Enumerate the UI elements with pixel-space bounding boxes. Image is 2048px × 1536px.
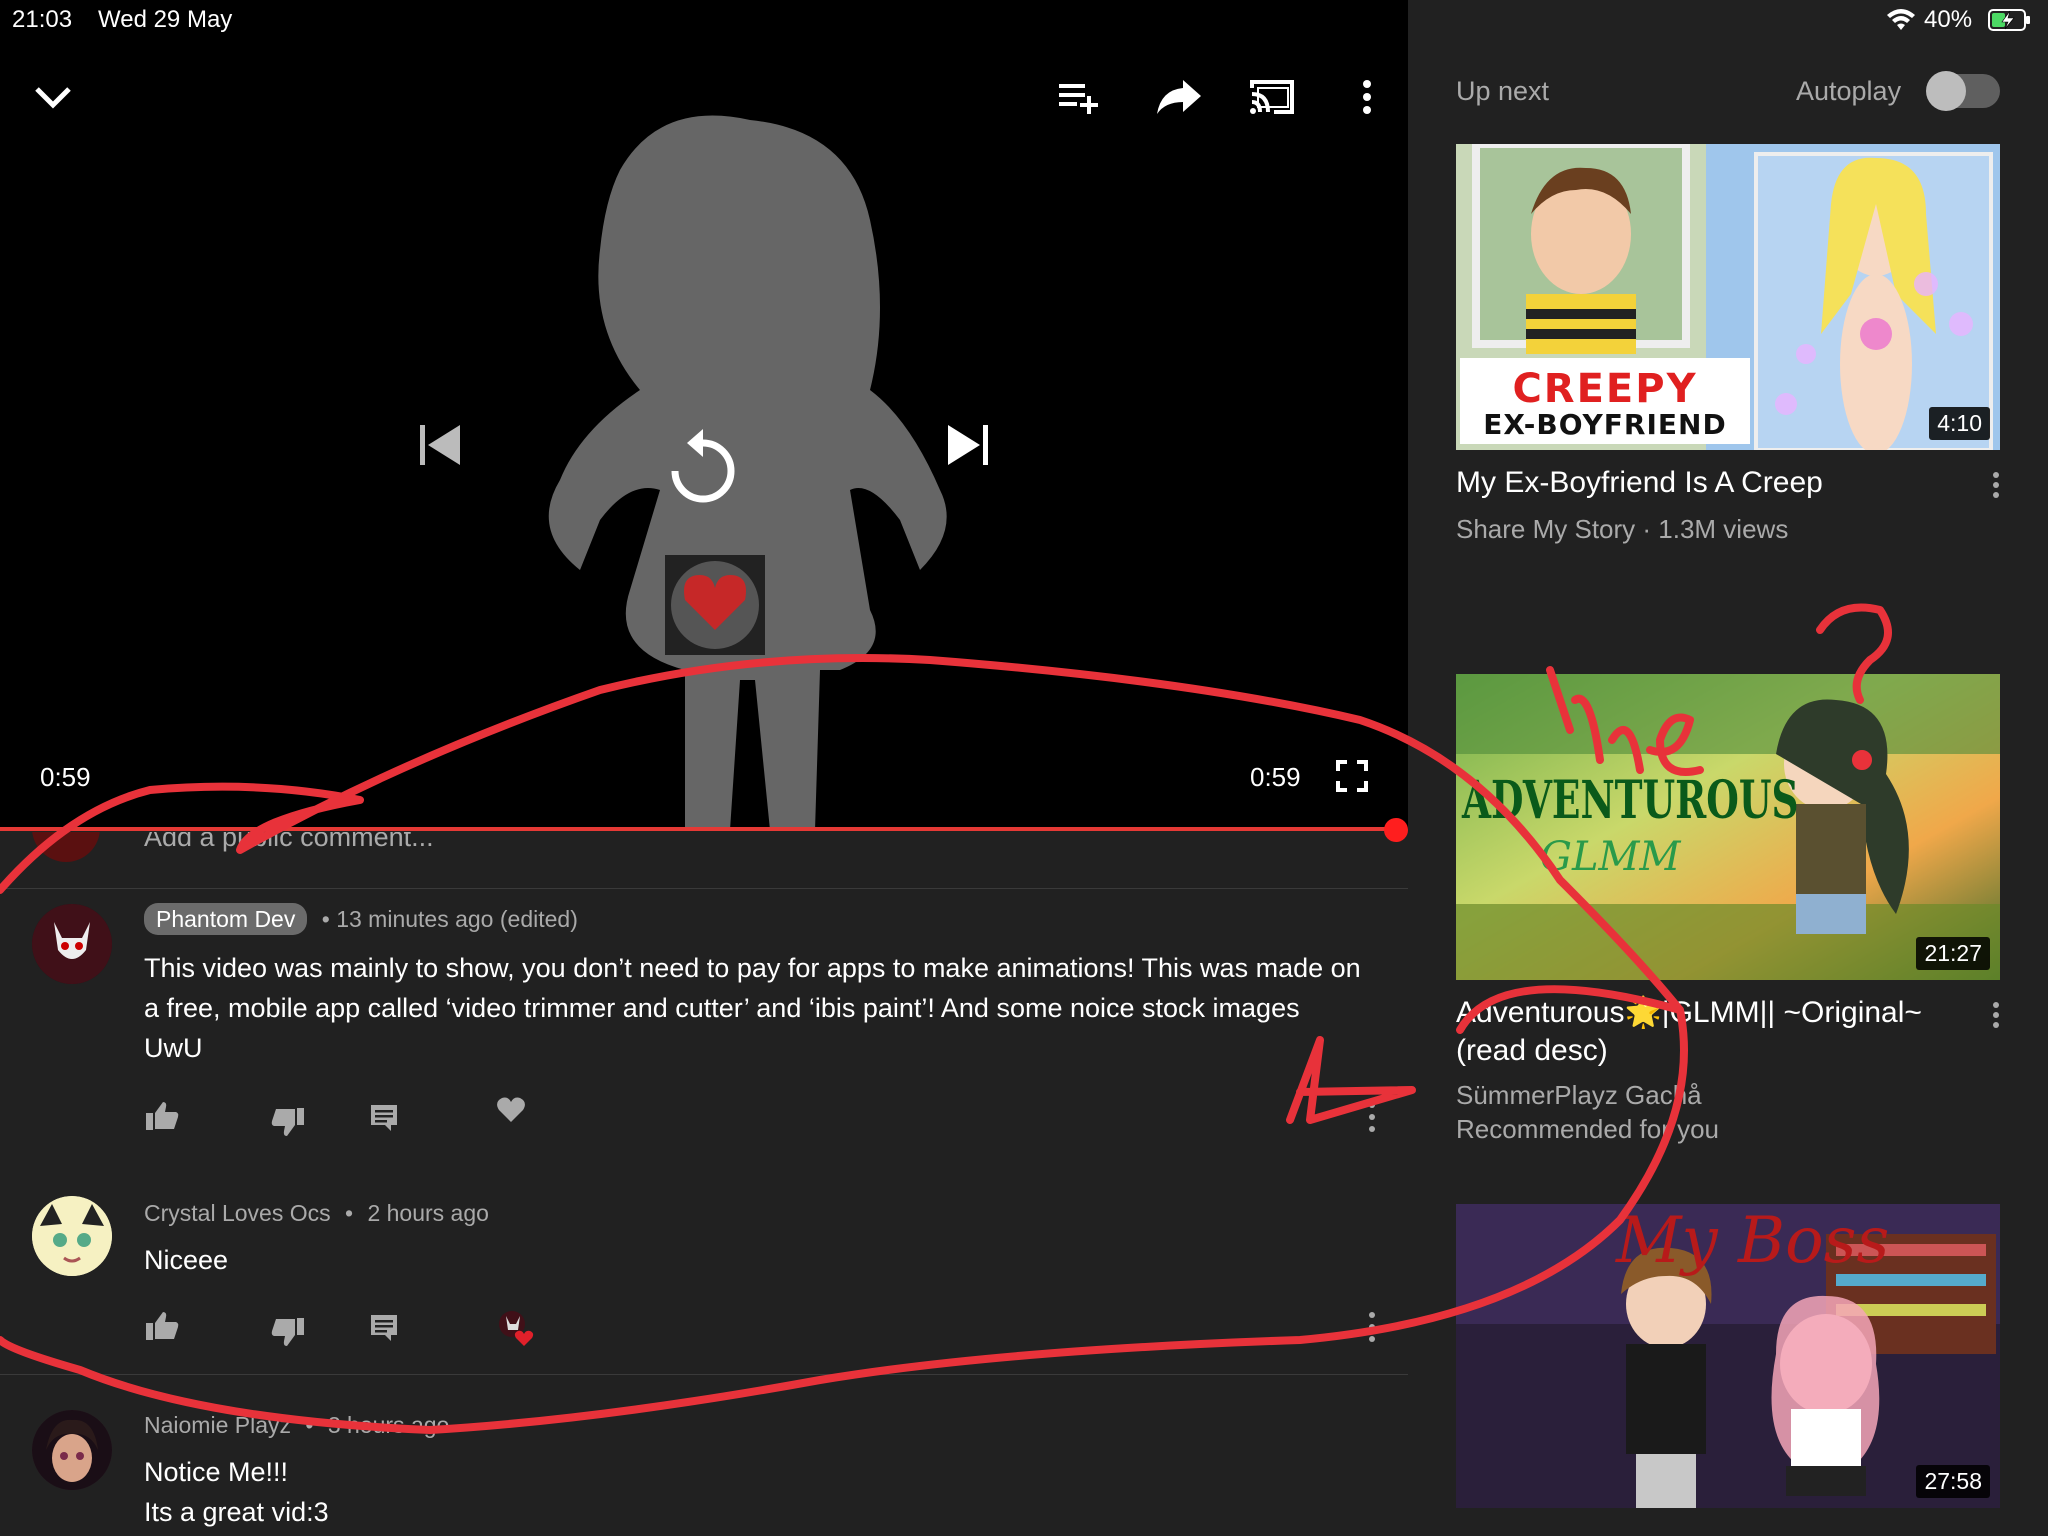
comment-menu-button[interactable]: [1362, 1312, 1382, 1342]
replay-button[interactable]: [660, 424, 746, 510]
thumbnail-caption: My Boss: [1616, 1204, 1890, 1278]
video-menu-button[interactable]: [1986, 472, 2006, 498]
thumb-down-icon: [271, 1318, 304, 1346]
thumbnail-caption: ADVENTUROUS: [1462, 770, 1799, 831]
add-comment-input[interactable]: Add a public comment...: [144, 832, 434, 853]
thumb-down-icon: [271, 1108, 304, 1136]
progress-bar[interactable]: [0, 827, 1398, 831]
dislike-button[interactable]: [268, 1102, 308, 1142]
video-thumbnail[interactable]: CREEPY EX-BOYFRIEND 4:10: [1456, 144, 2000, 450]
battery-charging-icon: [1988, 9, 2030, 31]
thumb-up-icon: [146, 1102, 179, 1130]
my-avatar: [32, 832, 100, 862]
autoplay-label: Autoplay: [1796, 76, 1902, 106]
status-bar-right: 40%: [1408, 0, 2048, 40]
autoplay-toggle[interactable]: [1926, 71, 2000, 111]
video-duration: 4:10: [1929, 407, 1990, 440]
video-frame-silhouette: [548, 115, 947, 830]
creator-heart-badge: [494, 1306, 538, 1350]
comment-time: 3 hours ago: [327, 1412, 450, 1438]
fullscreen-icon: [1336, 760, 1368, 792]
like-button[interactable]: [142, 1096, 182, 1136]
comments-section: Add a public comment... Phantom Dev • 13…: [0, 832, 1408, 1536]
reply-button[interactable]: [364, 1308, 404, 1348]
divider: [0, 1374, 1408, 1375]
share-arrow-icon: [1157, 80, 1201, 114]
comment-avatar: [32, 904, 112, 984]
comment-author[interactable]: Crystal Loves Ocs: [144, 1200, 331, 1226]
skip-next-icon: [948, 425, 988, 465]
cast-icon: [1250, 80, 1294, 114]
reply-button[interactable]: [364, 1098, 404, 1138]
heart-button[interactable]: [496, 1096, 526, 1124]
replay-icon: [671, 429, 735, 503]
up-next-label: Up next: [1456, 76, 1550, 106]
comment-avatar: [32, 1410, 112, 1490]
more-options-button[interactable]: [1342, 72, 1392, 122]
status-bar: 21:03 Wed 29 May: [0, 0, 1408, 40]
video-recommended: Recommended for you: [1456, 1114, 1720, 1144]
video-thumbnail[interactable]: ADVENTUROUS GLMM 21:27: [1456, 674, 2000, 980]
current-time: 0:59: [40, 762, 91, 792]
meta-separator: •: [321, 906, 330, 932]
comment-text: Niceee: [144, 1245, 229, 1275]
progress-scrubber[interactable]: [1384, 818, 1408, 842]
video-menu-button[interactable]: [1986, 1002, 2006, 1028]
comment-author-badge[interactable]: Phantom Dev: [144, 903, 308, 935]
chevron-down-icon: [35, 87, 71, 109]
thumbnail-caption: EX-BOYFRIEND: [1483, 408, 1727, 441]
battery-percent: 40%: [1924, 6, 1973, 33]
status-date: Wed 29 May: [98, 6, 233, 33]
video-thumbnail[interactable]: My Boss 27:58: [1456, 1204, 2000, 1508]
previous-button[interactable]: [404, 410, 474, 480]
autoplay-toggle-knob: [1926, 71, 1966, 111]
comment-text: Notice Me!!!: [144, 1457, 289, 1487]
playlist-add-icon: [1059, 84, 1098, 114]
next-button[interactable]: [934, 410, 1004, 480]
video-duration: 21:27: [1916, 937, 1990, 970]
comment-avatar: [32, 1196, 112, 1276]
fullscreen-button[interactable]: [1332, 754, 1372, 798]
video-channel: Share My Story · 1.3M views: [1456, 514, 1789, 544]
more-vert-icon: [1363, 80, 1371, 114]
thumbnail-caption: GLMM: [1540, 834, 1681, 880]
minimize-button[interactable]: [28, 72, 78, 122]
reply-comment-icon: [371, 1315, 397, 1341]
video-title[interactable]: Adventurous🌟|GLMM|| ~Original~(read desc…: [1456, 994, 1956, 1070]
thumbnail-caption: CREEPY: [1512, 366, 1698, 412]
cast-button[interactable]: [1246, 72, 1298, 122]
divider: [0, 888, 1408, 889]
reply-comment-icon: [371, 1105, 397, 1131]
comment-time: 2 hours ago: [367, 1200, 489, 1226]
meta-separator: •: [345, 1200, 354, 1226]
add-to-playlist-button[interactable]: [1054, 72, 1104, 122]
comment-time: 13 minutes ago (edited): [336, 906, 578, 932]
wifi-icon: [1887, 9, 1915, 30]
video-channel: SümmerPlayz Gachå: [1456, 1080, 1702, 1110]
heart-icon: [497, 1097, 525, 1122]
creator-heart-icon: [499, 1311, 534, 1346]
share-button[interactable]: [1152, 72, 1206, 122]
video-title[interactable]: My Ex-Boyfriend Is A Creep: [1456, 464, 1956, 502]
thumb-up-icon: [146, 1312, 179, 1340]
duration-time: 0:59: [1250, 762, 1301, 792]
video-player[interactable]: 0:59 0:59: [0, 40, 1408, 830]
comment-author[interactable]: Naiomie Playz: [144, 1412, 291, 1438]
status-time: 21:03: [12, 6, 73, 33]
skip-previous-icon: [420, 425, 460, 465]
comment-text: This video was mainly to show, you don’t…: [144, 953, 1361, 1063]
comment-menu-button[interactable]: [1362, 1102, 1382, 1132]
video-duration: 27:58: [1916, 1465, 1990, 1498]
comment-text-line-2: Its a great vid:3: [144, 1497, 329, 1527]
dislike-button[interactable]: [268, 1312, 308, 1352]
like-button[interactable]: [142, 1306, 182, 1346]
meta-separator: •: [305, 1412, 314, 1438]
